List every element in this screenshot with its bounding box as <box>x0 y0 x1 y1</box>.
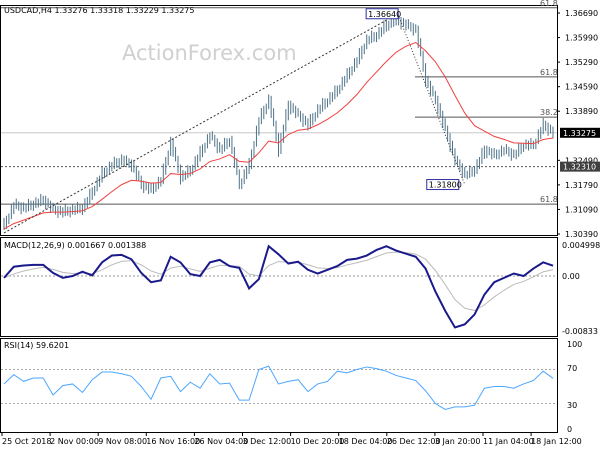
price-tags: 1.33275 1.32310 <box>560 127 600 172</box>
price-tick-label: 1.36690 <box>565 9 598 18</box>
time-axis: 25 Oct 20182 Nov 00:00 9 Nov 08:00 16 Nov … <box>1 433 582 446</box>
rsi-tick-0: 0 <box>567 425 572 434</box>
time-tick-label: 18 Jan 12:00 <box>531 437 582 446</box>
time-tick-label: 18 Dec 04:00 <box>339 437 393 446</box>
rsi-tick-30: 30 <box>567 401 577 410</box>
macd-line <box>3 244 554 329</box>
main-panel-frame <box>0 5 558 236</box>
fib-level-label: 61.8 <box>540 68 558 77</box>
current-price-label: 1.33275 <box>563 129 596 138</box>
time-tick-label: 26 Dec 12:00 <box>387 437 441 446</box>
low-label: 1.31800 <box>429 181 462 190</box>
macd-title: MACD(12,26,9) 0.001667 0.001388 <box>4 241 146 250</box>
forex-chart: ActionForex.com USDCAD,H4 1.33276 1.3331… <box>0 0 600 446</box>
rsi-line <box>3 365 554 410</box>
time-tick-label: 25 Oct 2018 <box>2 437 51 446</box>
high-label: 1.36640 <box>368 10 401 19</box>
rsi-panel-frame <box>0 338 558 433</box>
macd-panel-frame <box>0 237 558 337</box>
price-tick-label: 1.31090 <box>565 205 598 214</box>
price-tick-label: 1.31790 <box>565 181 598 190</box>
support-price-label: 1.32310 <box>563 163 596 172</box>
time-tick-label: 9 Nov 08:00 <box>98 437 147 446</box>
time-tick-label: 3 Dec 12:00 <box>243 437 292 446</box>
time-tick-label: 3 Jan 20:00 <box>435 437 481 446</box>
price-tick-label: 1.30390 <box>565 230 598 239</box>
time-tick-label: 16 Nov 16:00 <box>146 437 200 446</box>
rsi-tick-70: 70 <box>567 364 577 373</box>
rsi-tick-100: 100 <box>567 340 582 349</box>
price-tick-label: 1.35990 <box>565 34 598 43</box>
low-annotation: 1.31800 <box>426 179 462 191</box>
price-tick-label: 1.33890 <box>565 107 598 116</box>
price-tick-label: 1.35290 <box>565 58 598 67</box>
time-tick-label: 10 Dec 20:00 <box>291 437 345 446</box>
macd-tick-zero: 0.00 <box>562 272 580 281</box>
price-tick-label: 1.34590 <box>565 83 598 92</box>
time-tick-label: 26 Nov 04:00 <box>194 437 248 446</box>
rsi-title: RSI(14) 59.6201 <box>4 341 69 350</box>
watermark: ActionForex.com <box>122 41 297 65</box>
high-annotation: 1.36640 <box>365 8 401 20</box>
time-tick-label: 2 Nov 00:00 <box>50 437 99 446</box>
time-tick-label: 11 Jan 04:00 <box>483 437 534 446</box>
fib-level-label: 61.8 <box>540 195 558 204</box>
macd-tick-max: 0.004998 <box>562 241 600 250</box>
fib-level-label: 61.8 <box>540 0 558 8</box>
macd-signal-line <box>3 251 554 311</box>
price-axis: 1.366901.359901.352901.345901.338901.324… <box>557 9 598 239</box>
fib-level-label: 38.2 <box>540 108 558 117</box>
macd-tick-min: -0.00833 <box>562 327 598 336</box>
